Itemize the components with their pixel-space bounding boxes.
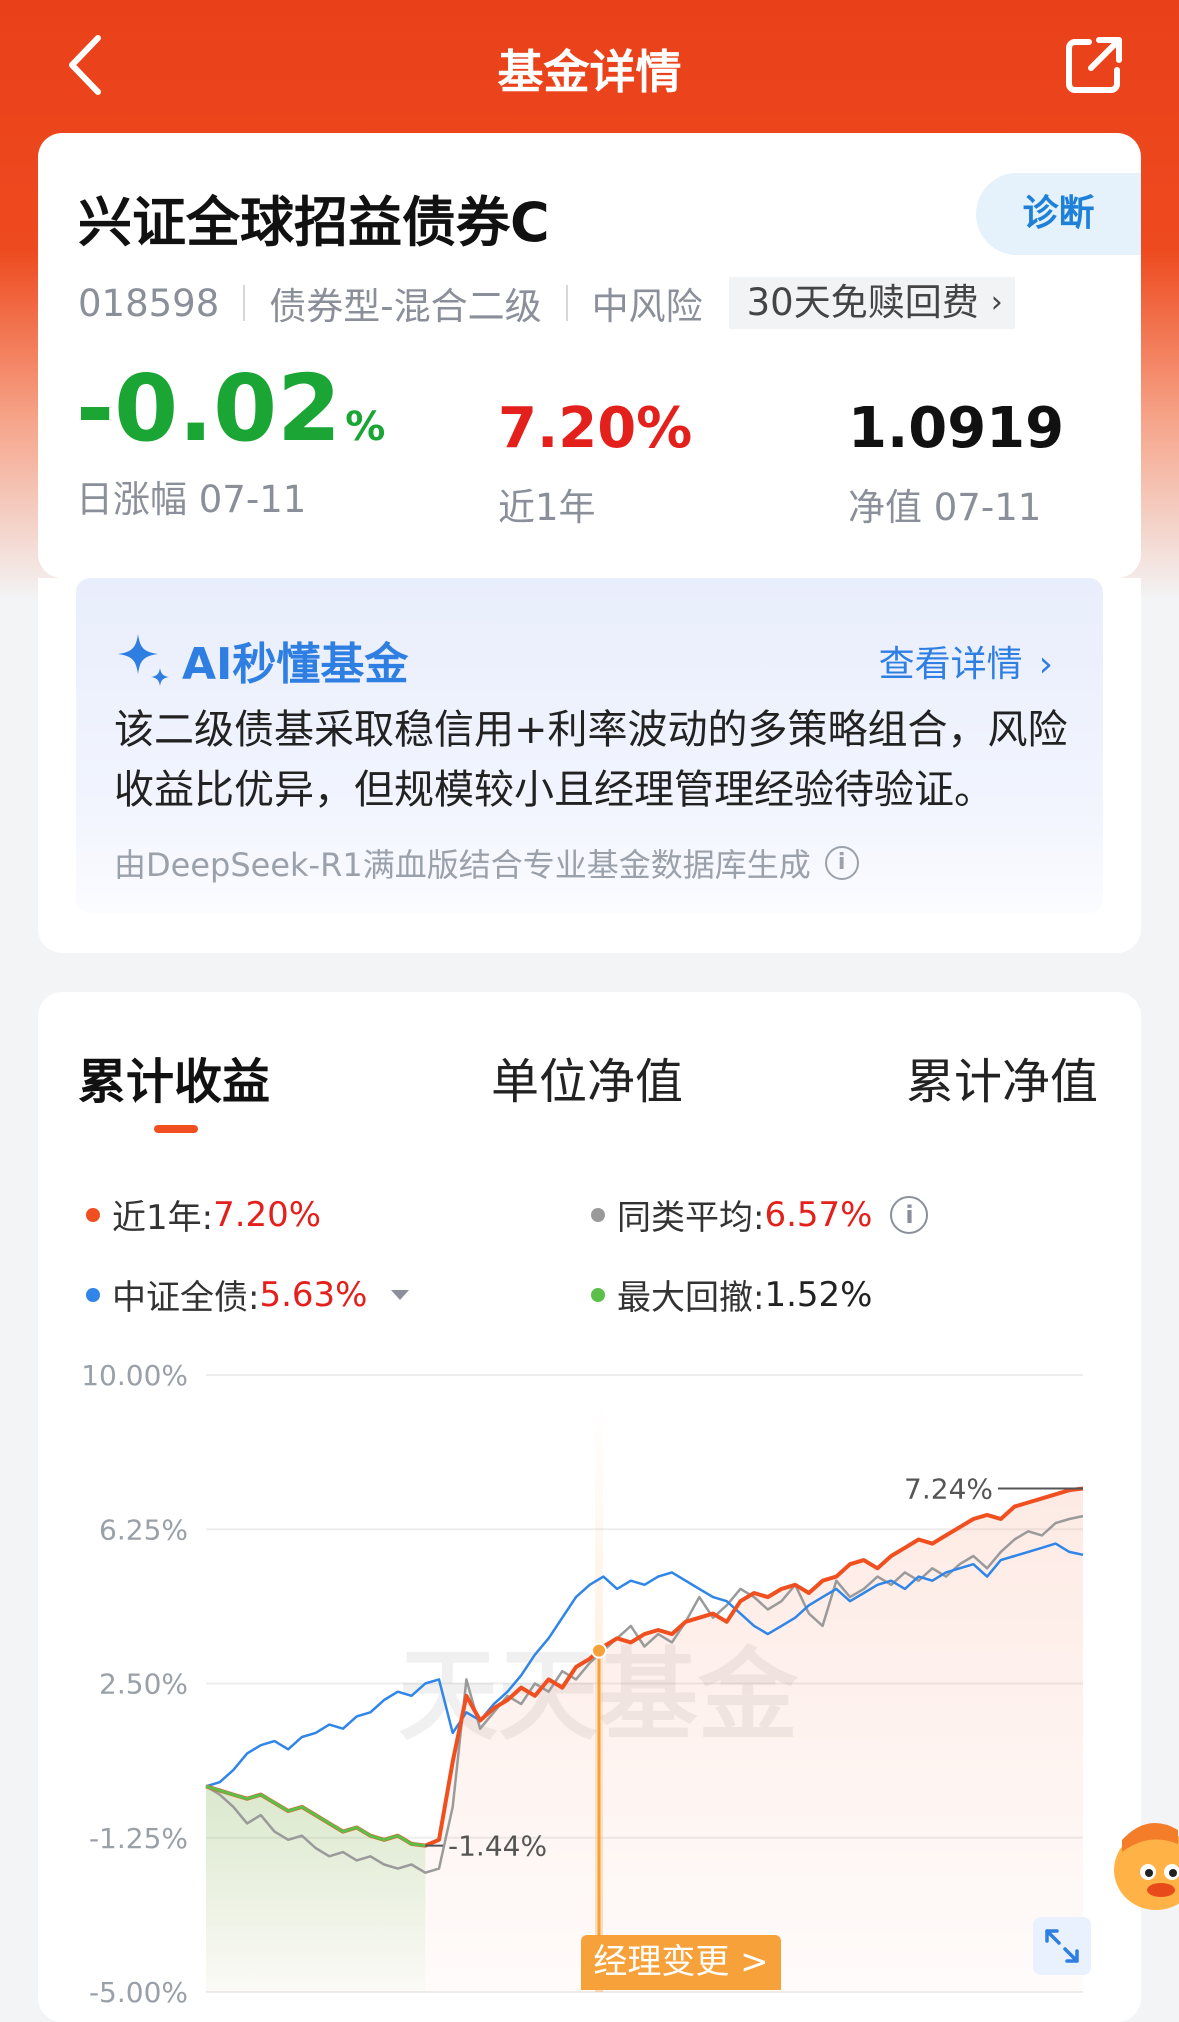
ai-summary-box[interactable]: AI秒懂基金 查看详情 › 该二级债基采取稳信用+利率波动的多策略组合，风险收益比… bbox=[76, 578, 1103, 913]
divider bbox=[243, 285, 246, 321]
daily-change-unit: % bbox=[345, 404, 386, 450]
ai-source-text: 由DeepSeek-R1满血版结合专业基金数据库生成 bbox=[114, 846, 811, 884]
year-return-value: 7.20% bbox=[498, 396, 693, 461]
fund-code: 018598 bbox=[78, 281, 220, 325]
chevron-right-icon: › bbox=[1038, 644, 1053, 685]
ai-title: AI秒懂基金 bbox=[182, 639, 409, 690]
ai-summary-text: 该二级债基采取稳信用+利率波动的多策略组合，风险收益比优异，但规模较小且经理管理… bbox=[114, 707, 1068, 813]
diagnose-button[interactable]: 诊断 bbox=[976, 173, 1141, 255]
page-title: 基金详情 bbox=[497, 45, 682, 99]
nav-label: 净值 07-11 bbox=[848, 486, 1042, 529]
fund-name: 兴证全球招益债券C bbox=[78, 191, 550, 254]
year-return-stat: 7.20% 近1年 bbox=[498, 401, 692, 531]
ai-details-link[interactable]: 查看详情 › bbox=[879, 635, 1053, 687]
nav-value: 1.0919 bbox=[848, 396, 1065, 461]
manager-change-button[interactable]: 经理变更 > bbox=[581, 1935, 781, 1990]
annotation-min: -1.44% bbox=[448, 1830, 547, 1863]
year-return-label: 近1年 bbox=[498, 486, 596, 529]
fee-badge-label: 30天免赎回费 bbox=[746, 281, 979, 324]
header: 基金详情 bbox=[0, 0, 1179, 130]
daily-change-value: -0.02 bbox=[76, 355, 342, 462]
fund-summary-card: 兴证全球招益债券C 诊断 018598 债券型-混合二级 中风险 30天免赎回费… bbox=[38, 133, 1141, 578]
divider bbox=[565, 285, 568, 321]
info-icon[interactable]: i bbox=[824, 846, 859, 880]
share-icon[interactable] bbox=[1059, 30, 1129, 100]
fund-risk: 中风险 bbox=[591, 285, 703, 328]
y-tick-label: -5.00% bbox=[89, 1976, 188, 2007]
chevron-right-icon: › bbox=[990, 285, 1003, 320]
sparkle-icon bbox=[118, 634, 169, 686]
fee-badge[interactable]: 30天免赎回费 › bbox=[728, 277, 1015, 329]
event-marker bbox=[591, 1642, 607, 1659]
daily-change-label: 日涨幅 07-11 bbox=[76, 478, 307, 521]
ai-source: 由DeepSeek-R1满血版结合专业基金数据库生成 i bbox=[114, 840, 859, 886]
mascot-icon[interactable] bbox=[1108, 1800, 1179, 1920]
performance-card: 累计收益 单位净值 累计净值 近1年: 7.20% 同类平均: 6.57% i 中证… bbox=[38, 992, 1141, 2022]
nav-stat: 1.0919 净值 07-11 bbox=[848, 401, 1064, 531]
fund-meta: 018598 债券型-混合二级 中风险 30天免赎回费 › bbox=[78, 277, 1015, 329]
daily-change-stat: -0.02% 日涨幅 07-11 bbox=[76, 363, 385, 523]
expand-icon[interactable] bbox=[1033, 1917, 1091, 1975]
return-chart[interactable]: 10.00%6.25%2.50%-1.25%-5.00%天天基金7.24%-1.… bbox=[38, 992, 1141, 2007]
y-tick-label: 10.00% bbox=[81, 1359, 188, 1392]
y-tick-label: 2.50% bbox=[99, 1668, 188, 1701]
fund-type: 债券型-混合二级 bbox=[269, 285, 542, 328]
ai-card: AI秒懂基金 查看详情 › 该二级债基采取稳信用+利率波动的多策略组合，风险收益比… bbox=[38, 578, 1141, 953]
y-tick-label: -1.25% bbox=[89, 1822, 188, 1855]
annotation-max: 7.24% bbox=[904, 1473, 993, 1506]
ai-details-label: 查看详情 bbox=[878, 644, 1023, 685]
y-tick-label: 6.25% bbox=[99, 1513, 188, 1546]
